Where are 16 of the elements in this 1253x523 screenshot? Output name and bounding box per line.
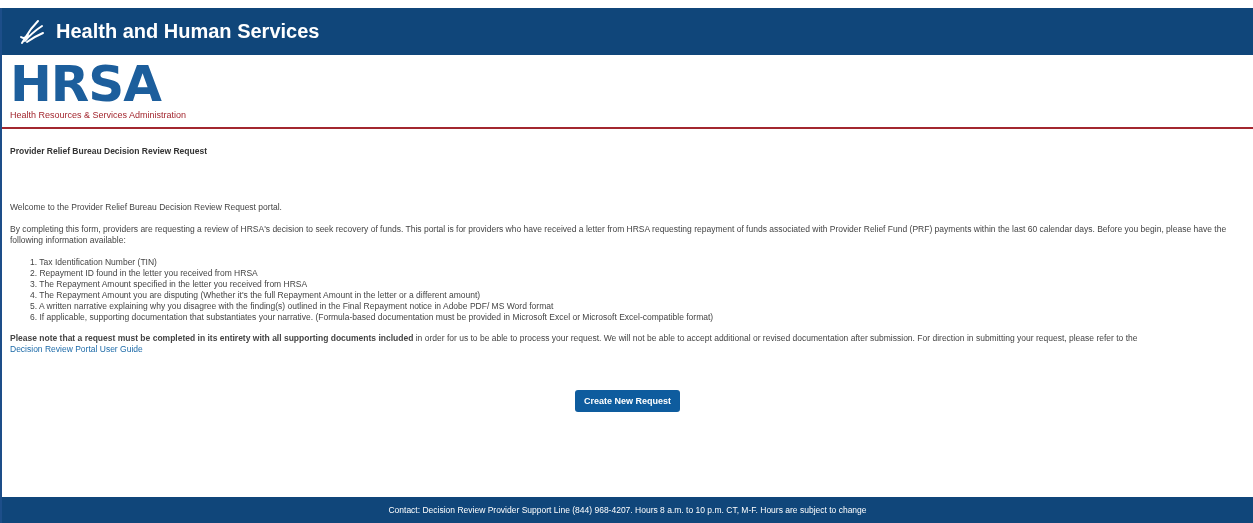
requirement-item: 6. If applicable, supporting documentation that substantiates your narrative. (Formula-based documentation must be provided in Microsoft Excel or Microsoft Excel-compatible format)	[30, 312, 715, 323]
requirement-item: 4. The Repayment Amount you are disputing (Whether it's the full Repayment Amount in the letter or a different amount)	[30, 290, 482, 301]
welcome-text: Welcome to the Provider Relief Bureau Decision Review Request portal.	[10, 202, 283, 213]
create-request-button[interactable]: Create New Request	[575, 390, 680, 412]
note-paragraph: Please note that a request must be completed in its entirety with all supporting documents included in order for us to be able to process your request. We will not be able to accept additional or revised documentation after submission. For direction in submitting your request, please refer to the Decision Review Portal User Guide	[10, 333, 1139, 355]
user-guide-link[interactable]: Decision Review Portal User Guide	[10, 344, 143, 354]
footer-text: Contact: Decision Review Provider Support Line (844) 968-4207. Hours 8 a.m. to 10 p.m. CT, M-F. Hours are subject to change	[388, 505, 867, 515]
requirement-item: 1. Tax Identification Number (TIN)	[30, 257, 158, 268]
intro-paragraph: By completing this form, providers are requesting a review of HRSA's decision to seek recovery of funds. This portal is for providers who have received a letter from HRSA requesting repayment of funds associated with Provider Relief Fund (PRF) payments within the last 60 calendar days. Before you begin, please have the following information available:	[10, 224, 1228, 246]
requirement-item: 3. The Repayment Amount specified in the letter you received from HRSA	[30, 279, 309, 290]
requirement-item: 5. A written narrative explaining why you disagree with the finding(s) outlined in the Final Repayment notice in Adobe PDF/ MS Word format	[30, 301, 555, 312]
requirement-item: 2. Repayment ID found in the letter you received from HRSA	[30, 268, 259, 279]
logo-wordmark: HRSA	[10, 62, 162, 106]
logo-subtitle: Health Resources & Services Administration	[10, 110, 187, 120]
header-title: Health and Human Services	[56, 20, 320, 43]
page-title: Provider Relief Bureau Decision Review Request	[10, 146, 208, 157]
